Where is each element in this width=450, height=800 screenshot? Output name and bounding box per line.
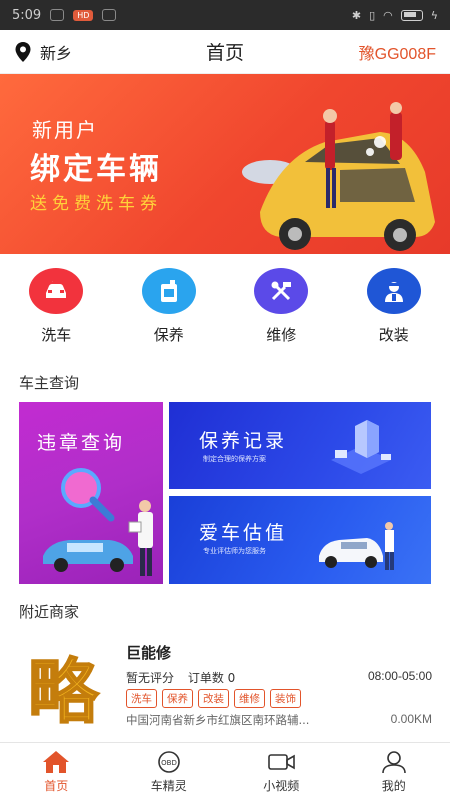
profile-icon: [381, 750, 406, 773]
plate-number-button[interactable]: 豫GG008F: [359, 40, 436, 64]
location-label: 新乡: [40, 43, 73, 63]
service-repair[interactable]: 维修: [225, 268, 338, 345]
car-appraiser-illustration: [319, 522, 394, 570]
tab-label: 首页: [44, 778, 69, 793]
banner-line1: 新用户: [32, 118, 98, 142]
bluetooth-icon: ✱: [351, 8, 362, 22]
rating-text: 暂无评分: [126, 671, 175, 685]
tab-label: 小视频: [263, 778, 300, 793]
merchant-distance: 0.00KM: [390, 712, 432, 726]
bottom-tab-bar: 首页 OBD 车精灵 小视频 我的: [0, 742, 450, 800]
video-icon: [268, 753, 296, 770]
promo-banner[interactable]: 新用户 绑定车辆 送免费洗车券: [0, 74, 450, 254]
service-grid: 洗车 保养 维修 改装: [0, 268, 450, 345]
service-label: 洗车: [41, 326, 72, 344]
status-badge: HD: [73, 9, 94, 21]
service-tag: 维修: [234, 689, 265, 708]
svg-text:OBD: OBD: [161, 759, 177, 767]
banner-line3: 送免费洗车券: [30, 194, 162, 214]
wrench-hammer-icon: [254, 268, 309, 314]
oil-can-icon: [141, 268, 196, 314]
merchant-name: 巨能修: [126, 644, 172, 662]
service-tag: 保养: [162, 689, 193, 708]
tab-obd[interactable]: OBD 车精灵: [113, 743, 226, 800]
location-selector[interactable]: 新乡: [14, 40, 72, 64]
service-tag: 洗车: [126, 689, 157, 708]
car-wash-illustration: [242, 102, 435, 251]
merchant-card[interactable]: 略 巨能修 暂无评分 订单数 0 08:00-05:00 洗车 保养 改装 维修…: [0, 636, 450, 740]
status-time: 5:09: [12, 7, 42, 23]
tab-profile[interactable]: 我的: [338, 743, 450, 800]
service-maintenance[interactable]: 保养: [113, 268, 226, 345]
charging-icon: ϟ: [430, 8, 438, 22]
location-pin-icon: [15, 41, 31, 62]
service-label: 维修: [266, 326, 297, 344]
vibrate-icon: ▯: [369, 8, 376, 22]
order-count: 订单数 0: [187, 671, 236, 685]
tab-label: 我的: [381, 778, 406, 793]
merchant-logo: 略: [27, 650, 100, 732]
service-tag: 改装: [198, 689, 229, 708]
business-hours: 08:00-05:00: [367, 669, 432, 683]
battery-icon: [400, 9, 423, 21]
valuation-title: 爱车估值: [199, 522, 288, 544]
svg-text:略: 略: [28, 651, 99, 732]
status-bar: 5:09 HD ✱ ▯ ◠ ϟ: [0, 0, 450, 30]
tab-label: 车精灵: [150, 778, 187, 793]
tab-video[interactable]: 小视频: [225, 743, 338, 800]
owner-query-title: 车主查询: [19, 374, 80, 392]
nearby-title: 附近商家: [19, 603, 80, 621]
tab-home[interactable]: 首页: [0, 743, 113, 800]
magnifier-car-illustration: [43, 468, 153, 576]
notification-icon: [50, 9, 65, 21]
merchant-address: 中国河南省新乡市红旗区南环路辅...: [126, 713, 310, 727]
merchant-rating: 暂无评分 订单数 0: [126, 669, 235, 686]
obd-icon: OBD: [157, 750, 180, 773]
valuation-subtitle: 专业评估师为您服务: [203, 547, 266, 555]
app-notification-icon: [102, 9, 117, 21]
record-title: 保养记录: [199, 430, 288, 452]
service-label: 改装: [378, 326, 409, 344]
car-valuation-card[interactable]: 爱车估值 专业评估师为您服务: [169, 496, 431, 584]
car-wash-icon: [29, 268, 84, 314]
top-header: 新乡 首页 豫GG008F: [0, 30, 450, 74]
isometric-building-illustration: [331, 420, 391, 474]
service-label: 保养: [153, 326, 184, 344]
owner-query-tiles: 违章查询 保养记录 制定合理的保养方案 爱车估值 专业评估师为您服务: [19, 402, 431, 584]
mechanic-icon: [366, 268, 421, 314]
service-car-wash[interactable]: 洗车: [0, 268, 113, 345]
banner-line2: 绑定车辆: [30, 152, 162, 187]
violation-query-card[interactable]: 违章查询: [19, 402, 163, 584]
violation-title: 违章查询: [37, 432, 126, 454]
merchant-tags: 洗车 保养 改装 维修 装饰: [126, 689, 301, 708]
maintenance-record-card[interactable]: 保养记录 制定合理的保养方案: [169, 402, 431, 489]
home-icon: [43, 750, 70, 773]
service-tag: 装饰: [270, 689, 301, 708]
wifi-icon: ◠: [383, 8, 393, 22]
record-subtitle: 制定合理的保养方案: [203, 455, 266, 463]
service-modify[interactable]: 改装: [338, 268, 450, 345]
